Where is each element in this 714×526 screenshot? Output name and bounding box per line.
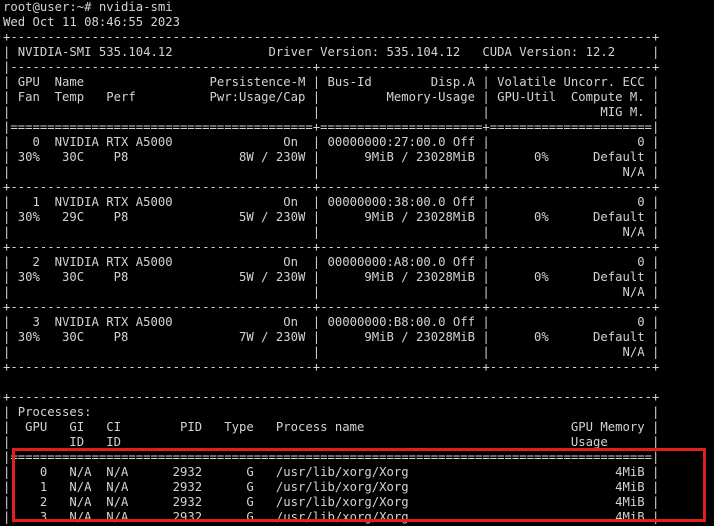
version-header-line: | NVIDIA-SMI 535.104.12 Driver Version: … [3,45,660,59]
prompt-command-line: root@user:~# nvidia-smi [3,0,173,14]
gpu-column-header-row-1: | GPU Name Persistence-M | Bus-Id Disp.A… [3,75,660,89]
processes-header-row-2: | ID ID Usage | [3,435,660,449]
gpu-2-row-3: | | | N/A | [3,285,660,299]
gpu-2-row-2: | 30% 30C P8 5W / 230W | 9MiB / 23028MiB… [3,270,660,284]
gpu-1-row-2: | 30% 29C P8 5W / 230W | 9MiB / 23028MiB… [3,210,660,224]
gpu-1-row-1: | 1 NVIDIA RTX A5000 On | 00000000:38:00… [3,195,660,209]
gpu-3-row-2: | 30% 30C P8 7W / 230W | 9MiB / 23028MiB… [3,330,660,344]
table-border-bottom: +---------------------------------------… [3,360,660,374]
processes-separator: |=======================================… [3,450,660,464]
processes-header-row-1: | GPU GI CI PID Type Process name GPU Me… [3,420,660,434]
gpu-column-header-row-3: | | | MIG M. | [3,105,660,119]
process-row: | 2 N/A N/A 2932 G /usr/lib/xorg/Xorg 4M… [3,495,660,509]
gpu-0-row-2: | 30% 30C P8 8W / 230W | 9MiB / 23028MiB… [3,150,660,164]
process-row: | 0 N/A N/A 2932 G /usr/lib/xorg/Xorg 4M… [3,465,660,479]
process-row: | 3 N/A N/A 2932 G /usr/lib/xorg/Xorg 4M… [3,510,660,524]
table-divider: +---------------------------------------… [3,300,660,314]
processes-title: | Processes: | [3,405,660,419]
gpu-column-header-row-2: | Fan Temp Perf Pwr:Usage/Cap | Memory-U… [3,90,660,104]
table-border-top: +---------------------------------------… [3,30,660,44]
gpu-0-row-1: | 0 NVIDIA RTX A5000 On | 00000000:27:00… [3,135,660,149]
gpu-1-row-3: | | | N/A | [3,225,660,239]
gpu-2-row-1: | 2 NVIDIA RTX A5000 On | 00000000:A8:00… [3,255,660,269]
terminal-window[interactable]: root@user:~# nvidia-smi Wed Oct 11 08:46… [0,0,714,526]
processes-border-top: +---------------------------------------… [3,390,660,404]
timestamp-line: Wed Oct 11 08:46:55 2023 [3,15,181,29]
table-divider: +---------------------------------------… [3,240,660,254]
gpu-3-row-3: | | | N/A | [3,345,660,359]
table-divider: +---------------------------------------… [3,180,660,194]
gpu-0-row-3: | | | N/A | [3,165,660,179]
process-row: | 1 N/A N/A 2932 G /usr/lib/xorg/Xorg 4M… [3,480,660,494]
table-divider: |---------------------------------------… [3,60,660,74]
header-separator: |=======================================… [3,120,660,134]
gpu-3-row-1: | 3 NVIDIA RTX A5000 On | 00000000:B8:00… [3,315,660,329]
